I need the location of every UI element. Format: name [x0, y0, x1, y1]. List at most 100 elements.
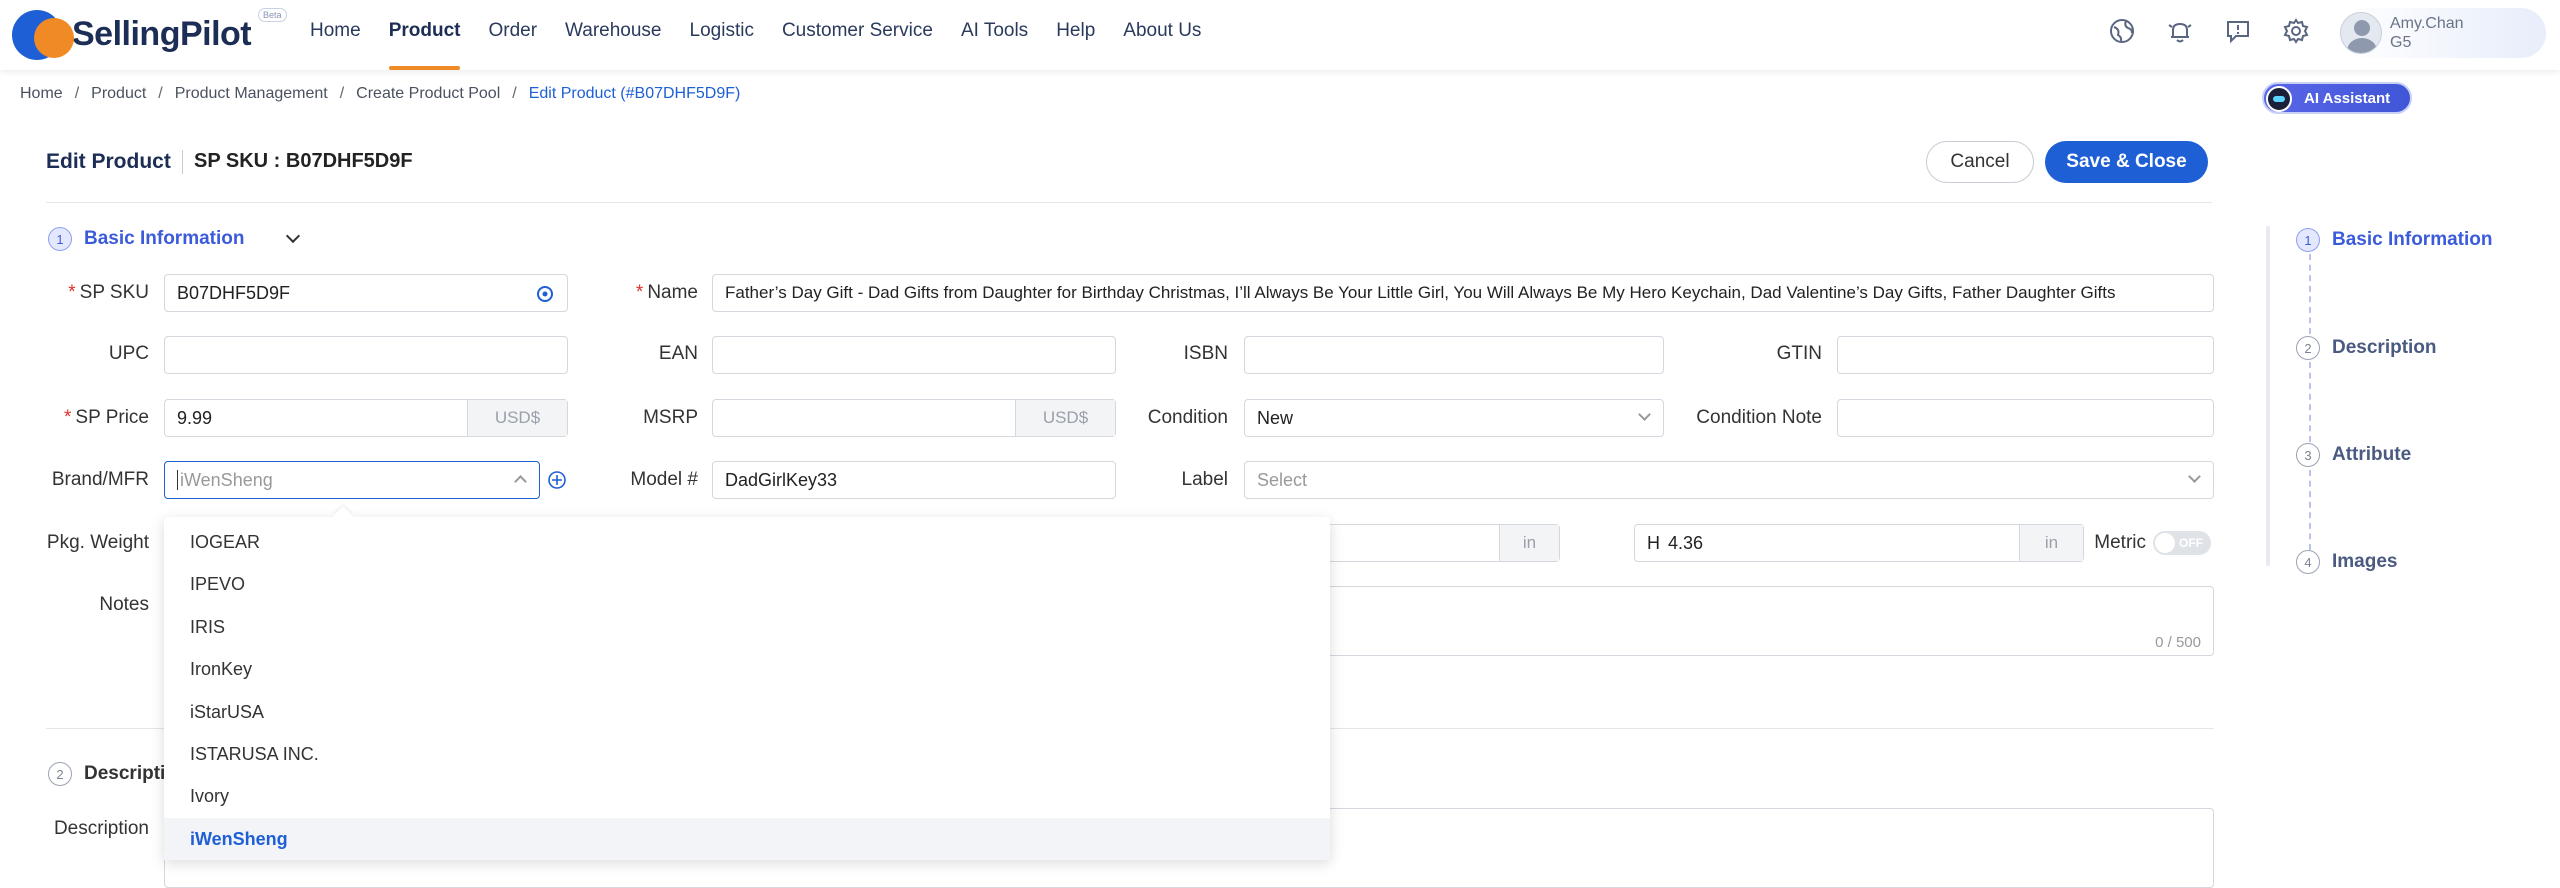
page-title: Edit Product — [46, 150, 171, 173]
name-input[interactable]: Father’s Day Gift - Dad Gifts from Daugh… — [712, 274, 2214, 312]
nav-ai-tools[interactable]: AI Tools — [947, 0, 1042, 70]
isbn-input[interactable] — [1244, 336, 1664, 374]
brand-option-selected[interactable]: iWenSheng — [164, 817, 1330, 861]
main-nav: Home Product Order Warehouse Logistic Cu… — [296, 0, 1215, 70]
height-input[interactable]: H 4.36 in — [1634, 524, 2084, 562]
notes-char-count: 0 / 500 — [2155, 634, 2201, 651]
breadcrumb-home[interactable]: Home — [20, 85, 63, 103]
breadcrumb-product[interactable]: Product — [91, 85, 146, 103]
label-select[interactable]: Select — [1244, 461, 2214, 499]
sp-price-label: * SP Price — [64, 407, 149, 428]
metric-label: Metric — [2094, 532, 2146, 553]
section-title: Descripti — [84, 763, 166, 784]
breadcrumb-current: Edit Product (#B07DHF5D9F) — [528, 85, 741, 102]
ai-assistant-label: AI Assistant — [2304, 89, 2391, 107]
model-label: Model # — [630, 469, 698, 490]
user-name: Amy.Chan — [2390, 15, 2464, 32]
height-prefix: H — [1647, 532, 1660, 553]
brand-option[interactable]: IPEVO — [164, 563, 1330, 605]
user-level: G5 — [2390, 34, 2412, 51]
currency-unit: USD$ — [1015, 400, 1115, 436]
nav-product[interactable]: Product — [375, 0, 475, 70]
divider — [46, 202, 2212, 203]
user-menu[interactable]: Amy.Chan G5 — [2340, 8, 2546, 58]
ean-label: EAN — [658, 343, 698, 364]
brand-option[interactable]: Ivory — [164, 775, 1330, 817]
sp-sku-label: * SP SKU — [68, 282, 149, 303]
model-input[interactable]: DadGirlKey33 — [712, 461, 1116, 499]
nav-customer-service[interactable]: Customer Service — [768, 0, 947, 70]
section-basic-information[interactable]: 1 Basic Information — [48, 227, 301, 251]
step-description[interactable]: 2 Description — [2296, 336, 2437, 360]
nav-warehouse[interactable]: Warehouse — [551, 0, 675, 70]
step-images[interactable]: 4 Images — [2296, 550, 2397, 574]
step-basic-information[interactable]: 1 Basic Information — [2296, 228, 2492, 252]
chevron-down-icon[interactable] — [286, 228, 301, 244]
top-navbar: SellingPilot Beta Home Product Order War… — [0, 0, 2560, 70]
brand-dropdown: IOGEAR IPEVO IRIS IronKey iStarUSA ISTAR… — [164, 517, 1330, 861]
logo-icon — [12, 6, 84, 62]
brand-mfr-label: Brand/MFR — [51, 469, 149, 490]
brand-option[interactable]: iStarUSA — [164, 691, 1330, 733]
label-label: Label — [1181, 469, 1229, 490]
condition-note-input[interactable] — [1837, 399, 2214, 437]
nav-order[interactable]: Order — [474, 0, 551, 70]
condition-label: Condition — [1147, 407, 1228, 428]
breadcrumb: Home / Product / Product Management / Creat… — [20, 85, 741, 103]
section-number: 2 — [48, 762, 72, 786]
brand-option[interactable]: ISTARUSA INC. — [164, 733, 1330, 775]
section-number: 1 — [48, 227, 72, 251]
metric-toggle[interactable]: OFF — [2153, 531, 2211, 555]
step-connector — [2309, 254, 2311, 334]
pkg-weight-label: Pkg. Weight — [46, 532, 149, 553]
dimension-unit: in — [1499, 525, 1559, 561]
sku-title: SP SKU : B07DHF5D9F — [194, 150, 413, 172]
save-close-button[interactable]: Save & Close — [2045, 141, 2208, 183]
nav-help[interactable]: Help — [1042, 0, 1109, 70]
isbn-label: ISBN — [1183, 343, 1228, 364]
brand-option[interactable]: IRIS — [164, 606, 1330, 648]
bell-icon[interactable] — [2163, 14, 2197, 48]
step-connector — [2309, 362, 2311, 442]
globe-icon[interactable] — [2105, 14, 2139, 48]
feedback-icon[interactable] — [2221, 14, 2255, 48]
brand-option[interactable]: IronKey — [164, 648, 1330, 690]
cancel-button[interactable]: Cancel — [1926, 141, 2034, 183]
step-scroll-track — [2266, 226, 2270, 566]
msrp-label: MSRP — [643, 407, 698, 428]
logo-text: SellingPilot — [72, 14, 252, 53]
nav-home[interactable]: Home — [296, 0, 375, 70]
gtin-label: GTIN — [1776, 343, 1822, 364]
avatar — [2340, 12, 2382, 54]
nav-logistic[interactable]: Logistic — [676, 0, 768, 70]
chevron-down-icon — [2188, 470, 2201, 483]
add-brand-icon[interactable] — [547, 470, 567, 495]
brand-mfr-select[interactable]: iWenSheng — [164, 461, 540, 499]
sp-price-input[interactable]: 9.99 USD$ — [164, 399, 568, 437]
name-label: * Name — [635, 282, 698, 303]
gtin-input[interactable] — [1837, 336, 2214, 374]
msrp-input[interactable]: USD$ — [712, 399, 1116, 437]
ean-input[interactable] — [712, 336, 1116, 374]
sellingpilot-logo[interactable]: SellingPilot — [12, 6, 252, 62]
step-attribute[interactable]: 3 Attribute — [2296, 443, 2411, 467]
upc-input[interactable] — [164, 336, 568, 374]
currency-unit: USD$ — [467, 400, 567, 436]
breadcrumb-create-product-pool[interactable]: Create Product Pool — [356, 85, 500, 103]
step-connector — [2309, 470, 2311, 550]
ai-assistant-button[interactable]: AI Assistant — [2262, 82, 2412, 114]
chevron-down-icon — [1638, 408, 1651, 421]
breadcrumb-product-management[interactable]: Product Management — [175, 85, 328, 103]
brand-option[interactable]: IOGEAR — [164, 521, 1330, 563]
refresh-icon[interactable] — [535, 284, 555, 309]
chevron-up-icon — [514, 475, 527, 488]
title-divider — [182, 150, 183, 174]
sp-sku-input[interactable]: B07DHF5D9F — [164, 274, 568, 312]
notes-label: Notes — [99, 594, 149, 615]
nav-about-us[interactable]: About Us — [1109, 0, 1215, 70]
section-description[interactable]: 2 Descripti — [48, 762, 165, 786]
settings-gear-icon[interactable] — [2279, 14, 2313, 48]
description-label: Description — [53, 818, 149, 839]
condition-select[interactable]: New — [1244, 399, 1664, 437]
upc-label: UPC — [108, 343, 149, 364]
